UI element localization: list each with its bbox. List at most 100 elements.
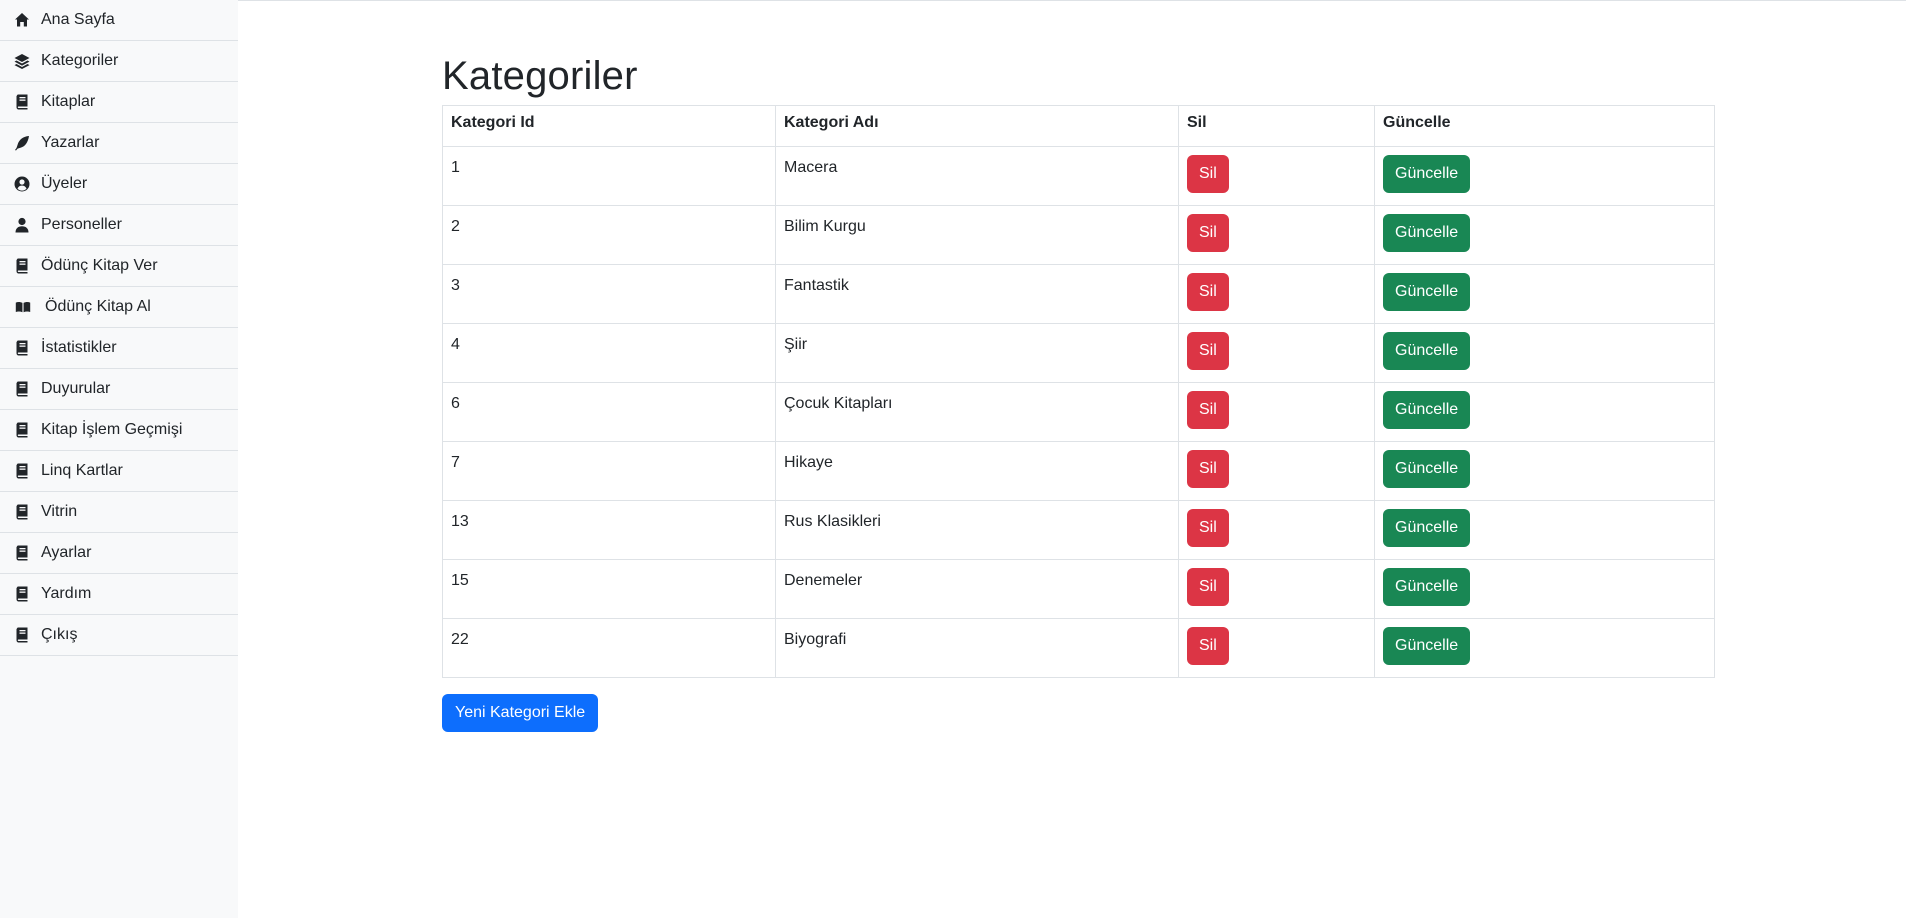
category-id-cell: 13 bbox=[442, 500, 776, 560]
sidebar-item[interactable]: Vitrin bbox=[0, 492, 238, 533]
update-button[interactable]: Güncelle bbox=[1383, 450, 1471, 488]
table-row: 1 Macera Sil Güncelle bbox=[442, 146, 1715, 206]
category-name-cell: Rus Klasikleri bbox=[775, 500, 1179, 560]
categories-table: Kategori Id Kategori Adı Sil Güncelle 1M… bbox=[442, 105, 1715, 678]
category-id-cell: 4 bbox=[442, 323, 776, 383]
delete-button[interactable]: Sil bbox=[1187, 627, 1229, 665]
category-name-cell: Hikaye bbox=[775, 441, 1179, 501]
category-id-cell: 22 bbox=[442, 618, 776, 678]
update-button[interactable]: Güncelle bbox=[1383, 391, 1471, 429]
category-id-cell: 6 bbox=[442, 382, 776, 442]
delete-button[interactable]: Sil bbox=[1187, 568, 1229, 606]
sidebar-item[interactable]: Ana Sayfa bbox=[0, 0, 238, 41]
delete-button[interactable]: Sil bbox=[1187, 214, 1229, 252]
table-body: 1 Macera Sil Güncelle 2 Bilim Kurgu Sil Güncell… bbox=[442, 146, 1715, 678]
delete-button[interactable]: Sil bbox=[1187, 509, 1229, 547]
update-cell: Güncelle bbox=[1374, 559, 1715, 619]
update-button[interactable]: Güncelle bbox=[1383, 332, 1471, 370]
update-button[interactable]: Güncelle bbox=[1383, 509, 1471, 547]
update-button[interactable]: Güncelle bbox=[1383, 627, 1471, 665]
update-cell: Güncelle bbox=[1374, 264, 1715, 324]
table-row: 4 Şiir Sil Güncelle bbox=[442, 323, 1715, 383]
add-category-button[interactable]: Yeni Kategori Ekle bbox=[442, 694, 599, 732]
sidebar-item[interactable]: Ödünç Kitap Ver bbox=[0, 246, 238, 287]
main-content: Kategoriler Kategori Id Kategori Adı Sil… bbox=[442, 52, 1715, 732]
sidebar-item[interactable]: Yardım bbox=[0, 574, 238, 615]
update-cell: Güncelle bbox=[1374, 205, 1715, 265]
sidebar-item[interactable]: İstatistikler bbox=[0, 328, 238, 369]
sidebar-item-label: Ödünç Kitap Al bbox=[45, 298, 151, 315]
update-cell: Güncelle bbox=[1374, 382, 1715, 442]
sidebar-item-label: Linq Kartlar bbox=[41, 462, 123, 479]
sidebar-item-label: Ödünç Kitap Ver bbox=[41, 257, 158, 274]
sidebar-item[interactable]: Duyurular bbox=[0, 369, 238, 410]
sidebar-item[interactable]: Ödünç Kitap Al bbox=[0, 287, 238, 328]
category-name-cell: Bilim Kurgu bbox=[775, 205, 1179, 265]
sidebar-item[interactable]: Kitap İşlem Geçmişi bbox=[0, 410, 238, 451]
sidebar-item[interactable]: Personeller bbox=[0, 205, 238, 246]
update-cell: Güncelle bbox=[1374, 146, 1715, 206]
home-icon bbox=[13, 11, 31, 29]
sidebar-item-label: Duyurular bbox=[41, 380, 111, 397]
update-button[interactable]: Güncelle bbox=[1383, 214, 1471, 252]
page-title: Kategoriler bbox=[442, 54, 638, 98]
delete-button[interactable]: Sil bbox=[1187, 391, 1229, 429]
category-name-cell: Şiir bbox=[775, 323, 1179, 383]
sidebar-item[interactable]: Ayarlar bbox=[0, 533, 238, 574]
sidebar-item-label: Yazarlar bbox=[41, 134, 100, 151]
category-name-cell: Fantastik bbox=[775, 264, 1179, 324]
delete-button[interactable]: Sil bbox=[1187, 155, 1229, 193]
category-id-cell: 15 bbox=[442, 559, 776, 619]
sidebar-item[interactable]: Üyeler bbox=[0, 164, 238, 205]
sidebar-item-label: Personeller bbox=[41, 216, 122, 233]
delete-cell: Sil bbox=[1178, 441, 1375, 501]
table-row: 13 Rus Klasikleri Sil Güncelle bbox=[442, 500, 1715, 560]
book-icon bbox=[13, 380, 31, 398]
sidebar-item-label: İstatistikler bbox=[41, 339, 117, 356]
update-button[interactable]: Güncelle bbox=[1383, 155, 1471, 193]
sidebar-item-label: Kategoriler bbox=[41, 52, 119, 69]
delete-cell: Sil bbox=[1178, 264, 1375, 324]
delete-cell: Sil bbox=[1178, 382, 1375, 442]
delete-cell: Sil bbox=[1178, 205, 1375, 265]
sidebar-item-label: Yardım bbox=[41, 585, 92, 602]
delete-cell: Sil bbox=[1178, 618, 1375, 678]
delete-cell: Sil bbox=[1178, 146, 1375, 206]
book-icon bbox=[13, 462, 31, 480]
header-update: Güncelle bbox=[1374, 105, 1715, 147]
user-icon bbox=[13, 216, 31, 234]
header-category-name: Kategori Adı bbox=[775, 105, 1179, 147]
update-cell: Güncelle bbox=[1374, 441, 1715, 501]
sidebar-item-label: Üyeler bbox=[41, 175, 88, 192]
category-id-cell: 3 bbox=[442, 264, 776, 324]
table-row: 7 Hikaye Sil Güncelle bbox=[442, 441, 1715, 501]
header-delete: Sil bbox=[1178, 105, 1375, 147]
update-cell: Güncelle bbox=[1374, 500, 1715, 560]
sidebar-item[interactable]: Kitaplar bbox=[0, 82, 238, 123]
category-name-cell: Denemeler bbox=[775, 559, 1179, 619]
sidebar-item-label: Vitrin bbox=[41, 503, 78, 520]
delete-button[interactable]: Sil bbox=[1187, 273, 1229, 311]
feather-icon bbox=[13, 134, 31, 152]
delete-button[interactable]: Sil bbox=[1187, 332, 1229, 370]
table-row: 15 Denemeler Sil Güncelle bbox=[442, 559, 1715, 619]
book-icon bbox=[13, 585, 31, 603]
sidebar-item-label: Kitap İşlem Geçmişi bbox=[41, 421, 183, 438]
sidebar-item-label: Kitaplar bbox=[41, 93, 96, 110]
delete-button[interactable]: Sil bbox=[1187, 450, 1229, 488]
sidebar-item[interactable]: Yazarlar bbox=[0, 123, 238, 164]
update-button[interactable]: Güncelle bbox=[1383, 568, 1471, 606]
update-cell: Güncelle bbox=[1374, 618, 1715, 678]
sidebar-item[interactable]: Kategoriler bbox=[0, 41, 238, 82]
book-icon bbox=[13, 93, 31, 111]
category-name-cell: Macera bbox=[775, 146, 1179, 206]
update-button[interactable]: Güncelle bbox=[1383, 273, 1471, 311]
table-row: 22 Biyografi Sil Güncelle bbox=[442, 618, 1715, 678]
sidebar-item[interactable]: Çıkış bbox=[0, 615, 238, 656]
table-row: 6 Çocuk Kitapları Sil Güncelle bbox=[442, 382, 1715, 442]
update-cell: Güncelle bbox=[1374, 323, 1715, 383]
book-icon bbox=[13, 503, 31, 521]
sidebar: Ana Sayfa Kategoriler Kitaplar Yazarlar Üyel… bbox=[0, 0, 238, 918]
layers-icon bbox=[13, 52, 31, 70]
sidebar-item[interactable]: Linq Kartlar bbox=[0, 451, 238, 492]
